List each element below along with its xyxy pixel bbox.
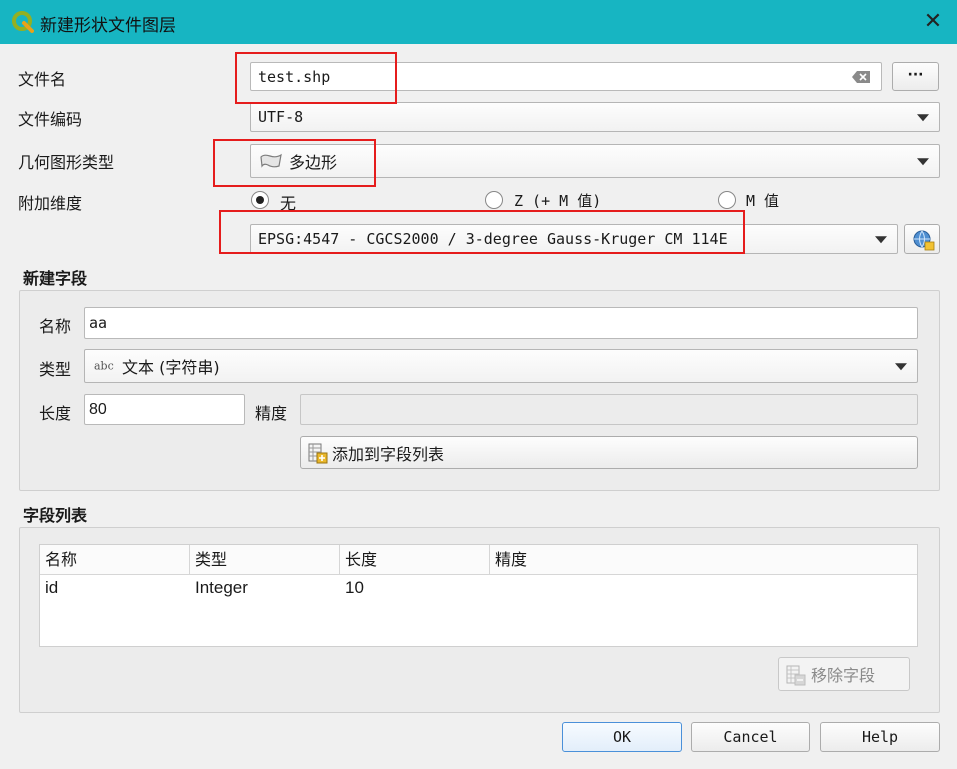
dimension-m-label: M 值 — [746, 192, 780, 210]
globe-icon — [913, 230, 935, 251]
remove-field-button[interactable]: 移除字段 — [778, 657, 910, 691]
help-button[interactable]: Help — [820, 722, 940, 752]
encoding-label: 文件编码 — [18, 110, 83, 129]
filename-input[interactable]: test.shp — [250, 62, 882, 91]
field-precision-input[interactable] — [300, 394, 918, 425]
field-length-label: 长度 — [39, 404, 72, 423]
geometry-type-select[interactable]: 多边形 — [250, 144, 940, 178]
crs-value: EPSG:4547 - CGCS2000 / 3-degree Gauss-Kr… — [258, 230, 728, 248]
field-length-input[interactable]: 80 — [84, 394, 245, 425]
chevron-down-icon — [917, 114, 929, 122]
filename-value: test.shp — [258, 67, 331, 86]
chevron-down-icon — [895, 363, 907, 371]
qgis-logo-icon — [12, 11, 34, 33]
encoding-value: UTF-8 — [258, 108, 304, 126]
title-bar: 新建形状文件图层 ✕ — [0, 0, 957, 44]
column-header-name[interactable]: 名称 — [40, 545, 190, 574]
chevron-down-icon — [917, 158, 929, 166]
table-cell-length: 10 — [345, 578, 364, 597]
column-header-type[interactable]: 类型 — [190, 545, 340, 574]
cancel-button[interactable]: Cancel — [691, 722, 810, 752]
add-field-icon — [308, 443, 328, 464]
geometry-type-value: 多边形 — [289, 153, 338, 172]
new-field-section-title: 新建字段 — [23, 269, 88, 288]
field-type-label: 类型 — [39, 360, 72, 379]
dimensions-label: 附加维度 — [18, 194, 83, 213]
field-table[interactable]: 名称 类型 长度 精度 id Integer 10 — [39, 544, 918, 647]
field-name-input[interactable]: aa — [84, 307, 918, 339]
field-type-value: 文本 (字符串) — [122, 358, 220, 377]
close-button[interactable]: ✕ — [919, 8, 947, 36]
dimension-none-label: 无 — [280, 194, 297, 213]
dimension-none-radio[interactable] — [251, 191, 269, 209]
dimension-m-radio[interactable] — [718, 191, 736, 209]
column-header-precision[interactable]: 精度 — [490, 545, 917, 574]
clear-text-icon[interactable] — [851, 70, 871, 84]
field-list-section-title: 字段列表 — [23, 506, 88, 525]
text-type-icon: abc — [94, 359, 114, 373]
field-precision-label: 精度 — [255, 404, 288, 423]
field-length-value: 80 — [89, 400, 107, 418]
encoding-select[interactable]: UTF-8 — [250, 102, 940, 132]
column-header-length[interactable]: 长度 — [340, 545, 490, 574]
field-name-label: 名称 — [39, 317, 72, 336]
ok-button[interactable]: OK — [562, 722, 682, 752]
crs-select[interactable]: EPSG:4547 - CGCS2000 / 3-degree Gauss-Kr… — [250, 224, 898, 254]
browse-button[interactable]: ··· — [892, 62, 939, 91]
remove-field-icon — [786, 665, 806, 686]
crs-selector-button[interactable] — [904, 224, 940, 254]
remove-field-label: 移除字段 — [811, 666, 876, 685]
table-cell-type: Integer — [195, 578, 248, 597]
filename-label: 文件名 — [18, 70, 67, 89]
geometry-type-label: 几何图形类型 — [18, 153, 115, 172]
field-type-select[interactable]: abc 文本 (字符串) — [84, 349, 918, 383]
polygon-icon — [260, 153, 282, 168]
table-cell-precision — [490, 575, 895, 601]
dimension-z-radio[interactable] — [485, 191, 503, 209]
window-title: 新建形状文件图层 — [40, 16, 176, 36]
chevron-down-icon — [875, 236, 887, 244]
field-name-value: aa — [89, 314, 108, 332]
dimension-z-label: Z (+ M 值) — [514, 192, 602, 210]
add-to-fields-label: 添加到字段列表 — [332, 444, 445, 464]
table-cell-name: id — [45, 578, 59, 597]
add-to-fields-button[interactable]: 添加到字段列表 — [300, 436, 918, 469]
table-header: 名称 类型 长度 精度 — [40, 545, 917, 575]
